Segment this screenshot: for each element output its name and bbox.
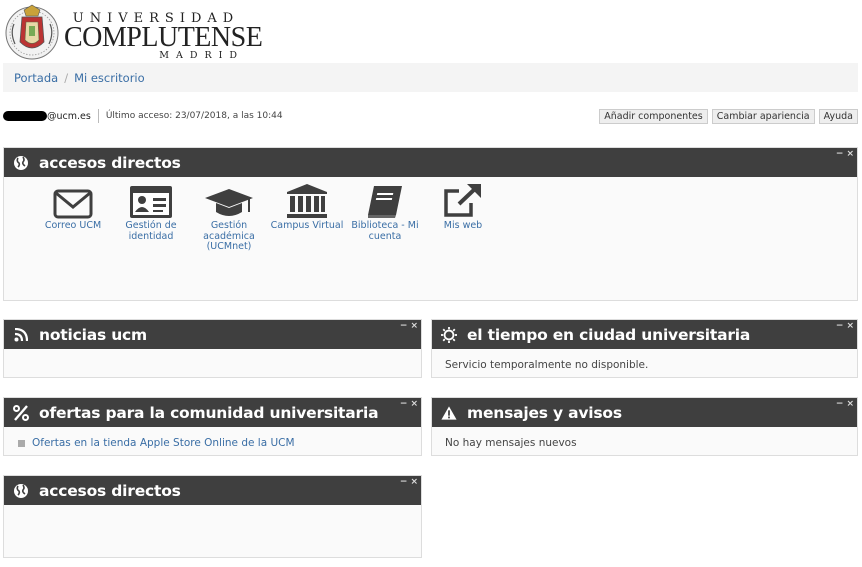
block-title: el tiempo en ciudad universitaria <box>467 325 751 344</box>
block-body: No hay mensajes nuevos <box>432 427 857 459</box>
last-access-text: Último acceso: 23/07/2018, a las 10:44 <box>105 111 283 121</box>
block-body: Ofertas en la tienda Apple Store Online … <box>4 427 421 459</box>
block-title: noticias ucm <box>39 325 147 344</box>
block-controls: − × <box>836 149 854 159</box>
shortcut-label: Biblioteca - Mi cuenta <box>351 220 419 242</box>
minimize-button[interactable]: − <box>400 321 408 331</box>
shortcut-label: Gestión de identidad <box>125 220 177 242</box>
breadcrumb-current[interactable]: Mi escritorio <box>74 71 145 85</box>
shortcut-correo[interactable]: Correo UCM <box>34 183 112 253</box>
globe-icon <box>13 155 29 171</box>
block-controls: − × <box>400 477 418 487</box>
block-header: ofertas para la comunidad universitaria … <box>4 398 421 427</box>
shortcut-label: Correo UCM <box>44 220 102 231</box>
change-appearance-button[interactable]: Cambiar apariencia <box>711 108 815 124</box>
external-link-icon <box>444 184 481 217</box>
breadcrumb: Portada / Mi escritorio <box>3 63 858 92</box>
help-button[interactable]: Ayuda <box>818 108 858 124</box>
block-noticias: noticias ucm − × <box>3 319 422 378</box>
block-title: accesos directos <box>39 481 181 500</box>
close-button[interactable]: × <box>846 321 854 331</box>
block-controls: − × <box>400 321 418 331</box>
block-accesos-directos-2: accesos directos − × <box>3 475 422 558</box>
shortcut-biblioteca[interactable]: Biblioteca - Mi cuenta <box>346 183 424 253</box>
close-button[interactable]: × <box>846 149 854 159</box>
block-title: accesos directos <box>39 153 181 172</box>
block-controls: − × <box>836 321 854 331</box>
block-tiempo: el tiempo en ciudad universitaria − × Se… <box>431 319 858 378</box>
ucm-logo[interactable]: UNIVERSIDAD COMPLUTENSE MADRID <box>4 2 263 64</box>
shortcut-label: Gestión académica (UCMnet) <box>203 220 255 252</box>
block-header: mensajes y avisos − × <box>432 398 857 427</box>
breadcrumb-separator: / <box>64 70 69 85</box>
list-item: Ofertas en la tienda Apple Store Online … <box>17 437 408 449</box>
shortcuts-list: Correo UCM Gestión de identidad Gestión … <box>4 177 857 253</box>
book-icon <box>368 186 402 218</box>
block-header: noticias ucm − × <box>4 320 421 349</box>
user-email: @ucm.es <box>3 111 91 122</box>
divider <box>97 109 99 123</box>
block-title: mensajes y avisos <box>467 403 622 422</box>
logo-line3: MADRID <box>159 50 244 61</box>
minimize-button[interactable]: − <box>400 399 408 409</box>
add-components-button[interactable]: Añadir componentes <box>599 108 708 124</box>
minimize-button[interactable]: − <box>836 321 844 331</box>
close-button[interactable]: × <box>846 399 854 409</box>
messages-text: No hay mensajes nuevos <box>445 437 577 449</box>
apple-store-offer-link[interactable]: Ofertas en la tienda Apple Store Online … <box>32 437 295 449</box>
block-accesos-directos: accesos directos − × Correo UCM Gestión … <box>3 147 858 301</box>
percent-icon <box>13 404 29 421</box>
logo-text: UNIVERSIDAD COMPLUTENSE MADRID <box>64 2 263 62</box>
warning-icon <box>441 405 457 421</box>
block-body: Servicio temporalmente no disponible. <box>432 349 857 381</box>
graduation-cap-icon <box>205 189 253 216</box>
block-controls: − × <box>836 399 854 409</box>
institution-icon <box>287 184 327 218</box>
redacted-username <box>3 111 47 121</box>
close-button[interactable]: × <box>410 399 418 409</box>
block-ofertas: ofertas para la comunidad universitaria … <box>3 397 422 456</box>
minimize-button[interactable]: − <box>400 477 408 487</box>
block-header: accesos directos − × <box>4 476 421 505</box>
block-title: ofertas para la comunidad universitaria <box>39 403 379 422</box>
block-controls: − × <box>400 399 418 409</box>
weather-message: Servicio temporalmente no disponible. <box>445 359 649 371</box>
shortcut-gestion-identidad[interactable]: Gestión de identidad <box>112 183 190 253</box>
shortcut-gestion-academica[interactable]: Gestión académica (UCMnet) <box>190 183 268 253</box>
user-buttons: Añadir componentes Cambiar apariencia Ay… <box>599 108 858 124</box>
user-bar: @ucm.es Último acceso: 23/07/2018, a las… <box>3 107 858 125</box>
minimize-button[interactable]: − <box>836 149 844 159</box>
close-button[interactable]: × <box>410 477 418 487</box>
minimize-button[interactable]: − <box>836 399 844 409</box>
id-card-icon <box>130 186 172 218</box>
globe-icon <box>13 483 29 499</box>
shortcut-mis-web[interactable]: Mis web <box>424 183 502 253</box>
block-header: accesos directos − × <box>4 148 857 177</box>
block-header: el tiempo en ciudad universitaria − × <box>432 320 857 349</box>
shortcut-label: Campus Virtual <box>270 220 344 231</box>
shortcut-campus-virtual[interactable]: Campus Virtual <box>268 183 346 253</box>
breadcrumb-home[interactable]: Portada <box>14 71 58 85</box>
close-button[interactable]: × <box>410 321 418 331</box>
crest-icon <box>5 4 59 60</box>
envelope-icon <box>53 189 93 219</box>
email-domain: @ucm.es <box>47 110 91 122</box>
rss-icon <box>13 327 29 343</box>
block-mensajes: mensajes y avisos − × No hay mensajes nu… <box>431 397 858 456</box>
page: UNIVERSIDAD COMPLUTENSE MADRID Portada /… <box>0 0 862 567</box>
sun-icon <box>441 326 457 343</box>
bullet-icon <box>18 439 25 447</box>
shortcut-label: Mis web <box>443 220 483 231</box>
